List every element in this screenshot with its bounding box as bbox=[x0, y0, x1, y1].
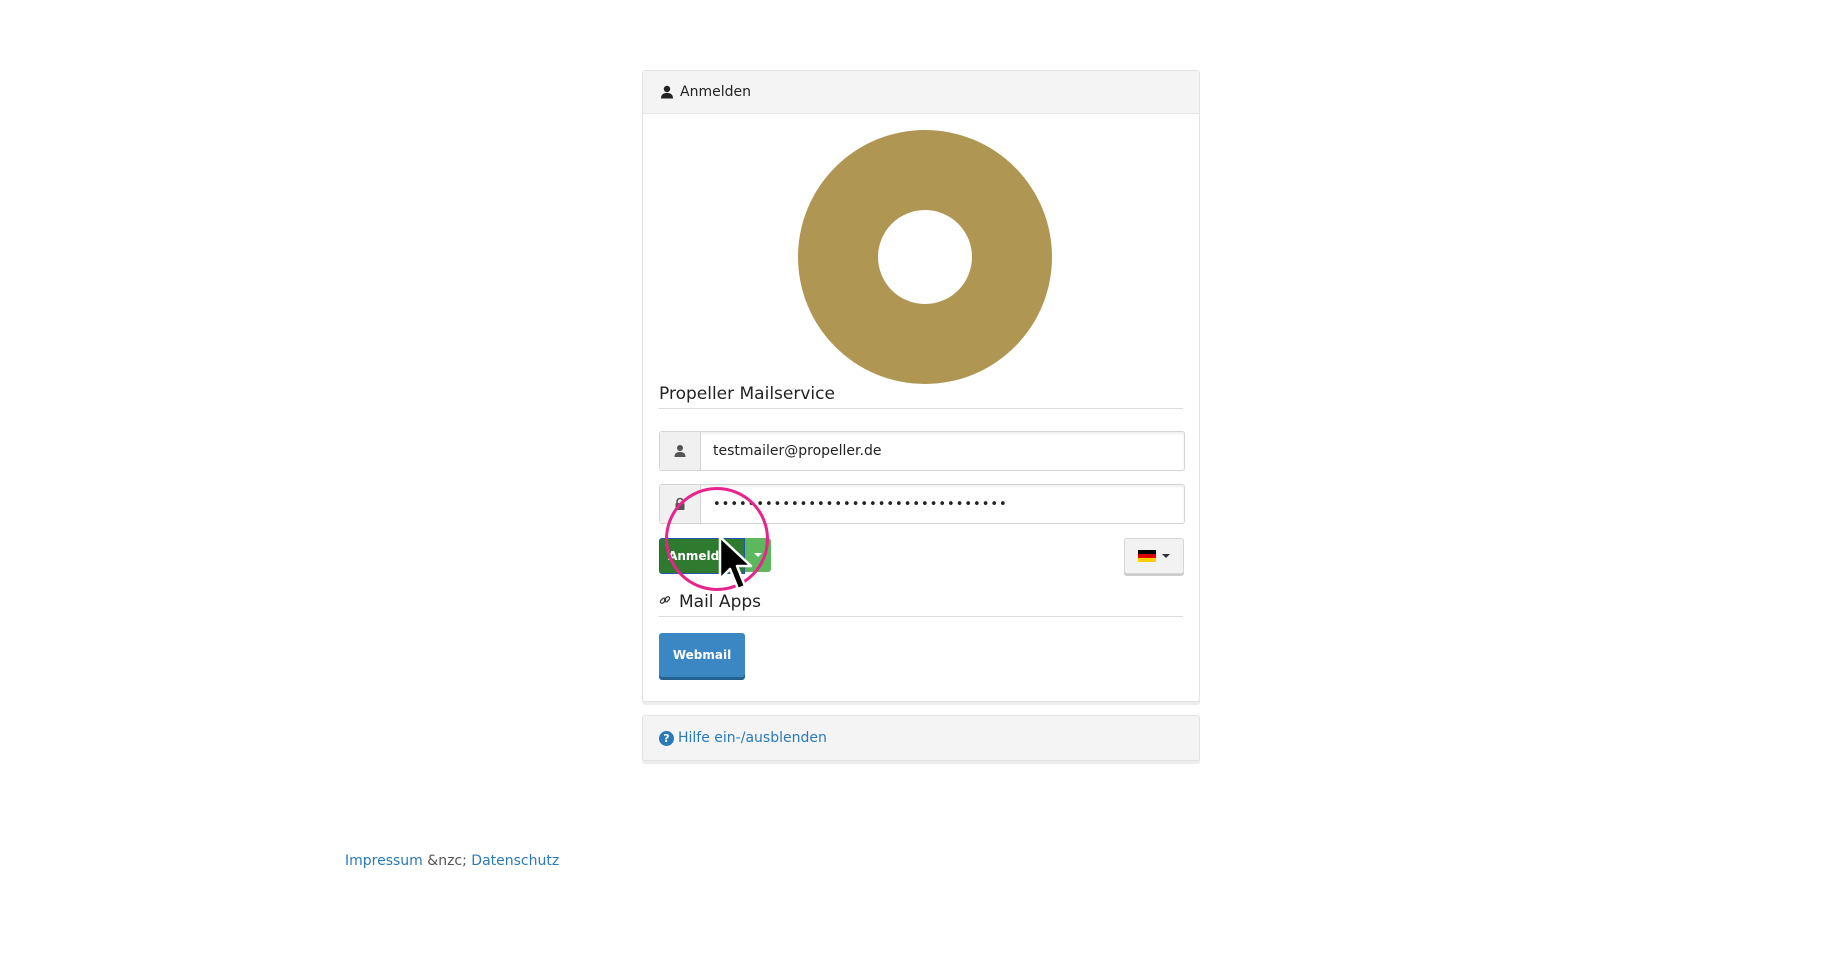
login-options-toggle[interactable] bbox=[745, 538, 771, 572]
mail-apps-heading: Mail Apps bbox=[659, 588, 1183, 617]
organization-logo bbox=[798, 130, 1052, 384]
login-panel: Anmelden Propeller Mailservice testmaile… bbox=[642, 70, 1200, 702]
footer-separator: &nzc; bbox=[427, 853, 467, 869]
password-addon bbox=[660, 485, 701, 523]
german-flag-icon bbox=[1138, 550, 1156, 562]
organization-name: Propeller Mailservice bbox=[659, 384, 1183, 409]
webmail-button[interactable]: Webmail bbox=[659, 633, 745, 677]
help-panel: ? Hilfe ein-/ausblenden bbox=[642, 715, 1200, 761]
lock-icon bbox=[675, 497, 685, 510]
password-input-group: •••••••••••••••••••••••••••••••••• bbox=[659, 484, 1185, 524]
username-field[interactable]: testmailer@propeller.de bbox=[701, 432, 1184, 470]
footer: Impressum &nzc; Datenschutz bbox=[345, 853, 559, 869]
language-selector[interactable] bbox=[1124, 538, 1184, 574]
username-input-group: testmailer@propeller.de bbox=[659, 431, 1185, 471]
login-button[interactable]: Anmelden bbox=[659, 538, 745, 574]
password-field[interactable]: •••••••••••••••••••••••••••••••••• bbox=[701, 485, 1184, 523]
help-toggle-label: Hilfe ein-/ausblenden bbox=[678, 730, 827, 746]
login-panel-header: Anmelden bbox=[643, 71, 1199, 114]
chevron-down-icon bbox=[1162, 554, 1170, 558]
question-icon: ? bbox=[659, 730, 674, 746]
help-toggle-link[interactable]: ? Hilfe ein-/ausblenden bbox=[659, 716, 827, 760]
username-addon bbox=[660, 432, 701, 470]
datenschutz-link[interactable]: Datenschutz bbox=[471, 853, 559, 869]
login-panel-title: Anmelden bbox=[680, 84, 751, 100]
chevron-down-icon bbox=[754, 553, 762, 557]
logo-center bbox=[878, 210, 972, 304]
user-icon bbox=[661, 85, 673, 99]
impressum-link[interactable]: Impressum bbox=[345, 853, 423, 869]
link-icon bbox=[659, 596, 671, 604]
user-icon bbox=[674, 445, 686, 457]
mail-apps-title: Mail Apps bbox=[679, 592, 762, 612]
